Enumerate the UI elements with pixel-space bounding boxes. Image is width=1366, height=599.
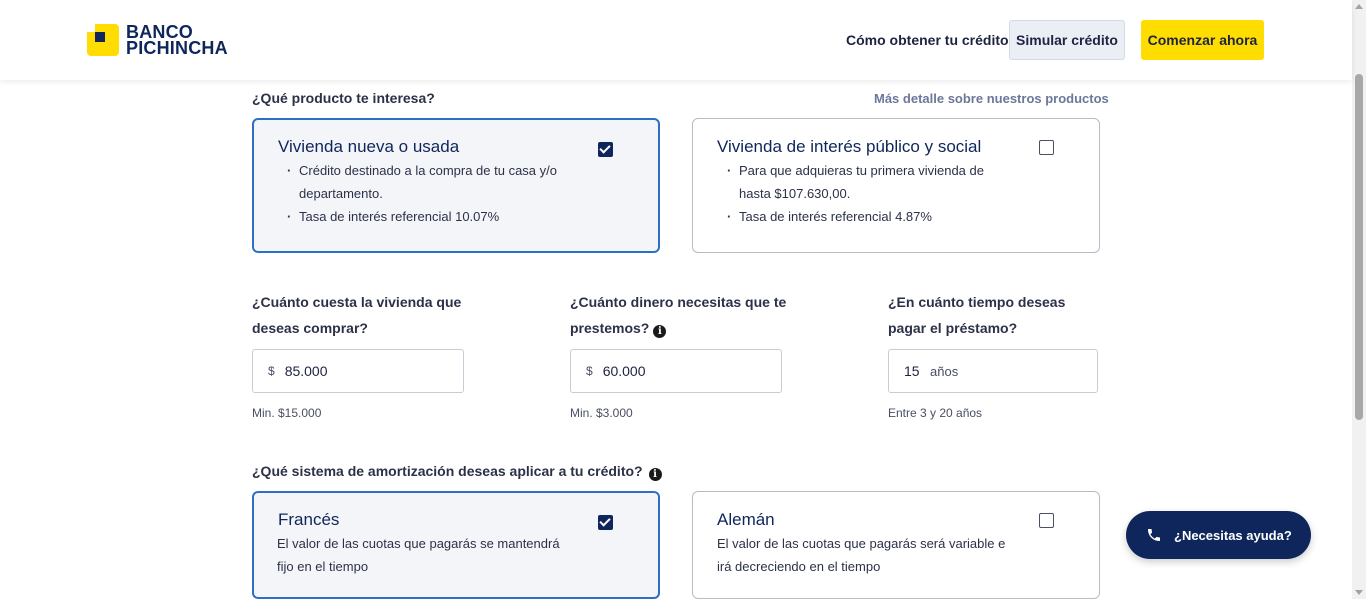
- loan-label-text: ¿Cuánto dinero necesitas que te prestemo…: [570, 294, 787, 336]
- amortization-card-title: Francés: [278, 510, 340, 529]
- amortization-card-desc: El valor de las cuotas que pagarás se ma…: [277, 536, 560, 574]
- price-input[interactable]: [284, 363, 385, 379]
- scroll-thumb[interactable]: [1355, 74, 1363, 420]
- need-help-label: ¿Necesitas ayuda?: [1174, 527, 1292, 543]
- scroll-down-arrow-icon[interactable]: [1355, 590, 1363, 595]
- need-help-button[interactable]: ¿Necesitas ayuda?: [1126, 511, 1311, 559]
- logo-mark-icon: [87, 24, 119, 56]
- info-icon[interactable]: i: [648, 468, 662, 481]
- phone-icon: [1148, 529, 1160, 541]
- product-card-bullets: Para que adquieras tu primera vivienda d…: [727, 159, 1017, 228]
- checkbox-checked-icon[interactable]: [598, 515, 613, 530]
- term-unit: años: [930, 363, 959, 379]
- amortization-question: ¿Qué sistema de amortización deseas apli…: [252, 463, 662, 481]
- term-input[interactable]: [904, 363, 926, 379]
- product-card-new-used[interactable]: Vivienda nueva o usada Crédito destinado…: [252, 118, 660, 253]
- amortization-card-french[interactable]: Francés El valor de las cuotas que pagar…: [252, 491, 660, 599]
- currency-prefix: $: [268, 364, 275, 378]
- bullet-item: Tasa de interés referencial 4.87%: [727, 205, 1017, 228]
- price-hint: Min. $15.000: [252, 406, 322, 420]
- scroll-up-arrow-icon[interactable]: [1355, 4, 1363, 9]
- product-card-bullets: Crédito destinado a la compra de tu casa…: [287, 159, 577, 228]
- checkbox-unchecked-icon[interactable]: [1039, 140, 1054, 155]
- bullet-item: Crédito destinado a la compra de tu casa…: [287, 159, 577, 205]
- how-to-get-credit-link[interactable]: Cómo obtener tu crédito: [846, 32, 1009, 48]
- page-scrollbar[interactable]: [1352, 0, 1366, 599]
- bullet-item: Tasa de interés referencial 10.07%: [287, 205, 577, 228]
- amortization-question-text: ¿Qué sistema de amortización deseas apli…: [252, 463, 643, 479]
- info-icon[interactable]: i: [653, 325, 667, 338]
- loan-input-box[interactable]: $: [570, 349, 782, 393]
- more-products-link[interactable]: Más detalle sobre nuestros productos: [874, 91, 1109, 106]
- amortization-card-german[interactable]: Alemán El valor de las cuotas que pagará…: [692, 491, 1100, 599]
- product-question: ¿Qué producto te interesa?: [252, 90, 435, 106]
- bullet-item: Para que adquieras tu primera vivienda d…: [727, 159, 1017, 205]
- logo-text: BANCO PICHINCHA: [126, 23, 228, 58]
- amortization-card-desc: El valor de las cuotas que pagarás será …: [717, 536, 1006, 574]
- term-hint: Entre 3 y 20 años: [888, 406, 983, 420]
- term-input-box[interactable]: años: [888, 349, 1098, 393]
- price-input-box[interactable]: $: [252, 349, 464, 393]
- product-card-title: Vivienda de interés público y social: [717, 137, 982, 156]
- price-label: ¿Cuánto cuesta la vivienda que deseas co…: [252, 294, 462, 336]
- bank-logo[interactable]: BANCO PICHINCHA: [87, 23, 228, 58]
- loan-hint: Min. $3.000: [570, 406, 633, 420]
- checkbox-checked-icon[interactable]: [598, 142, 613, 157]
- simulate-credit-button[interactable]: Simular crédito: [1009, 20, 1125, 60]
- amortization-card-title: Alemán: [717, 510, 775, 529]
- start-now-button[interactable]: Comenzar ahora: [1141, 20, 1264, 60]
- loan-label: ¿Cuánto dinero necesitas que te prestemo…: [570, 289, 795, 341]
- loan-input[interactable]: [602, 363, 703, 379]
- checkbox-unchecked-icon[interactable]: [1039, 513, 1054, 528]
- site-header: BANCO PICHINCHA Cómo obtener tu crédito …: [0, 0, 1352, 80]
- logo-line-2: PICHINCHA: [126, 38, 228, 58]
- currency-prefix: $: [586, 364, 593, 378]
- product-card-social-housing[interactable]: Vivienda de interés público y social Par…: [692, 118, 1100, 253]
- product-card-title: Vivienda nueva o usada: [278, 137, 460, 156]
- term-label: ¿En cuánto tiempo deseas pagar el présta…: [888, 294, 1066, 336]
